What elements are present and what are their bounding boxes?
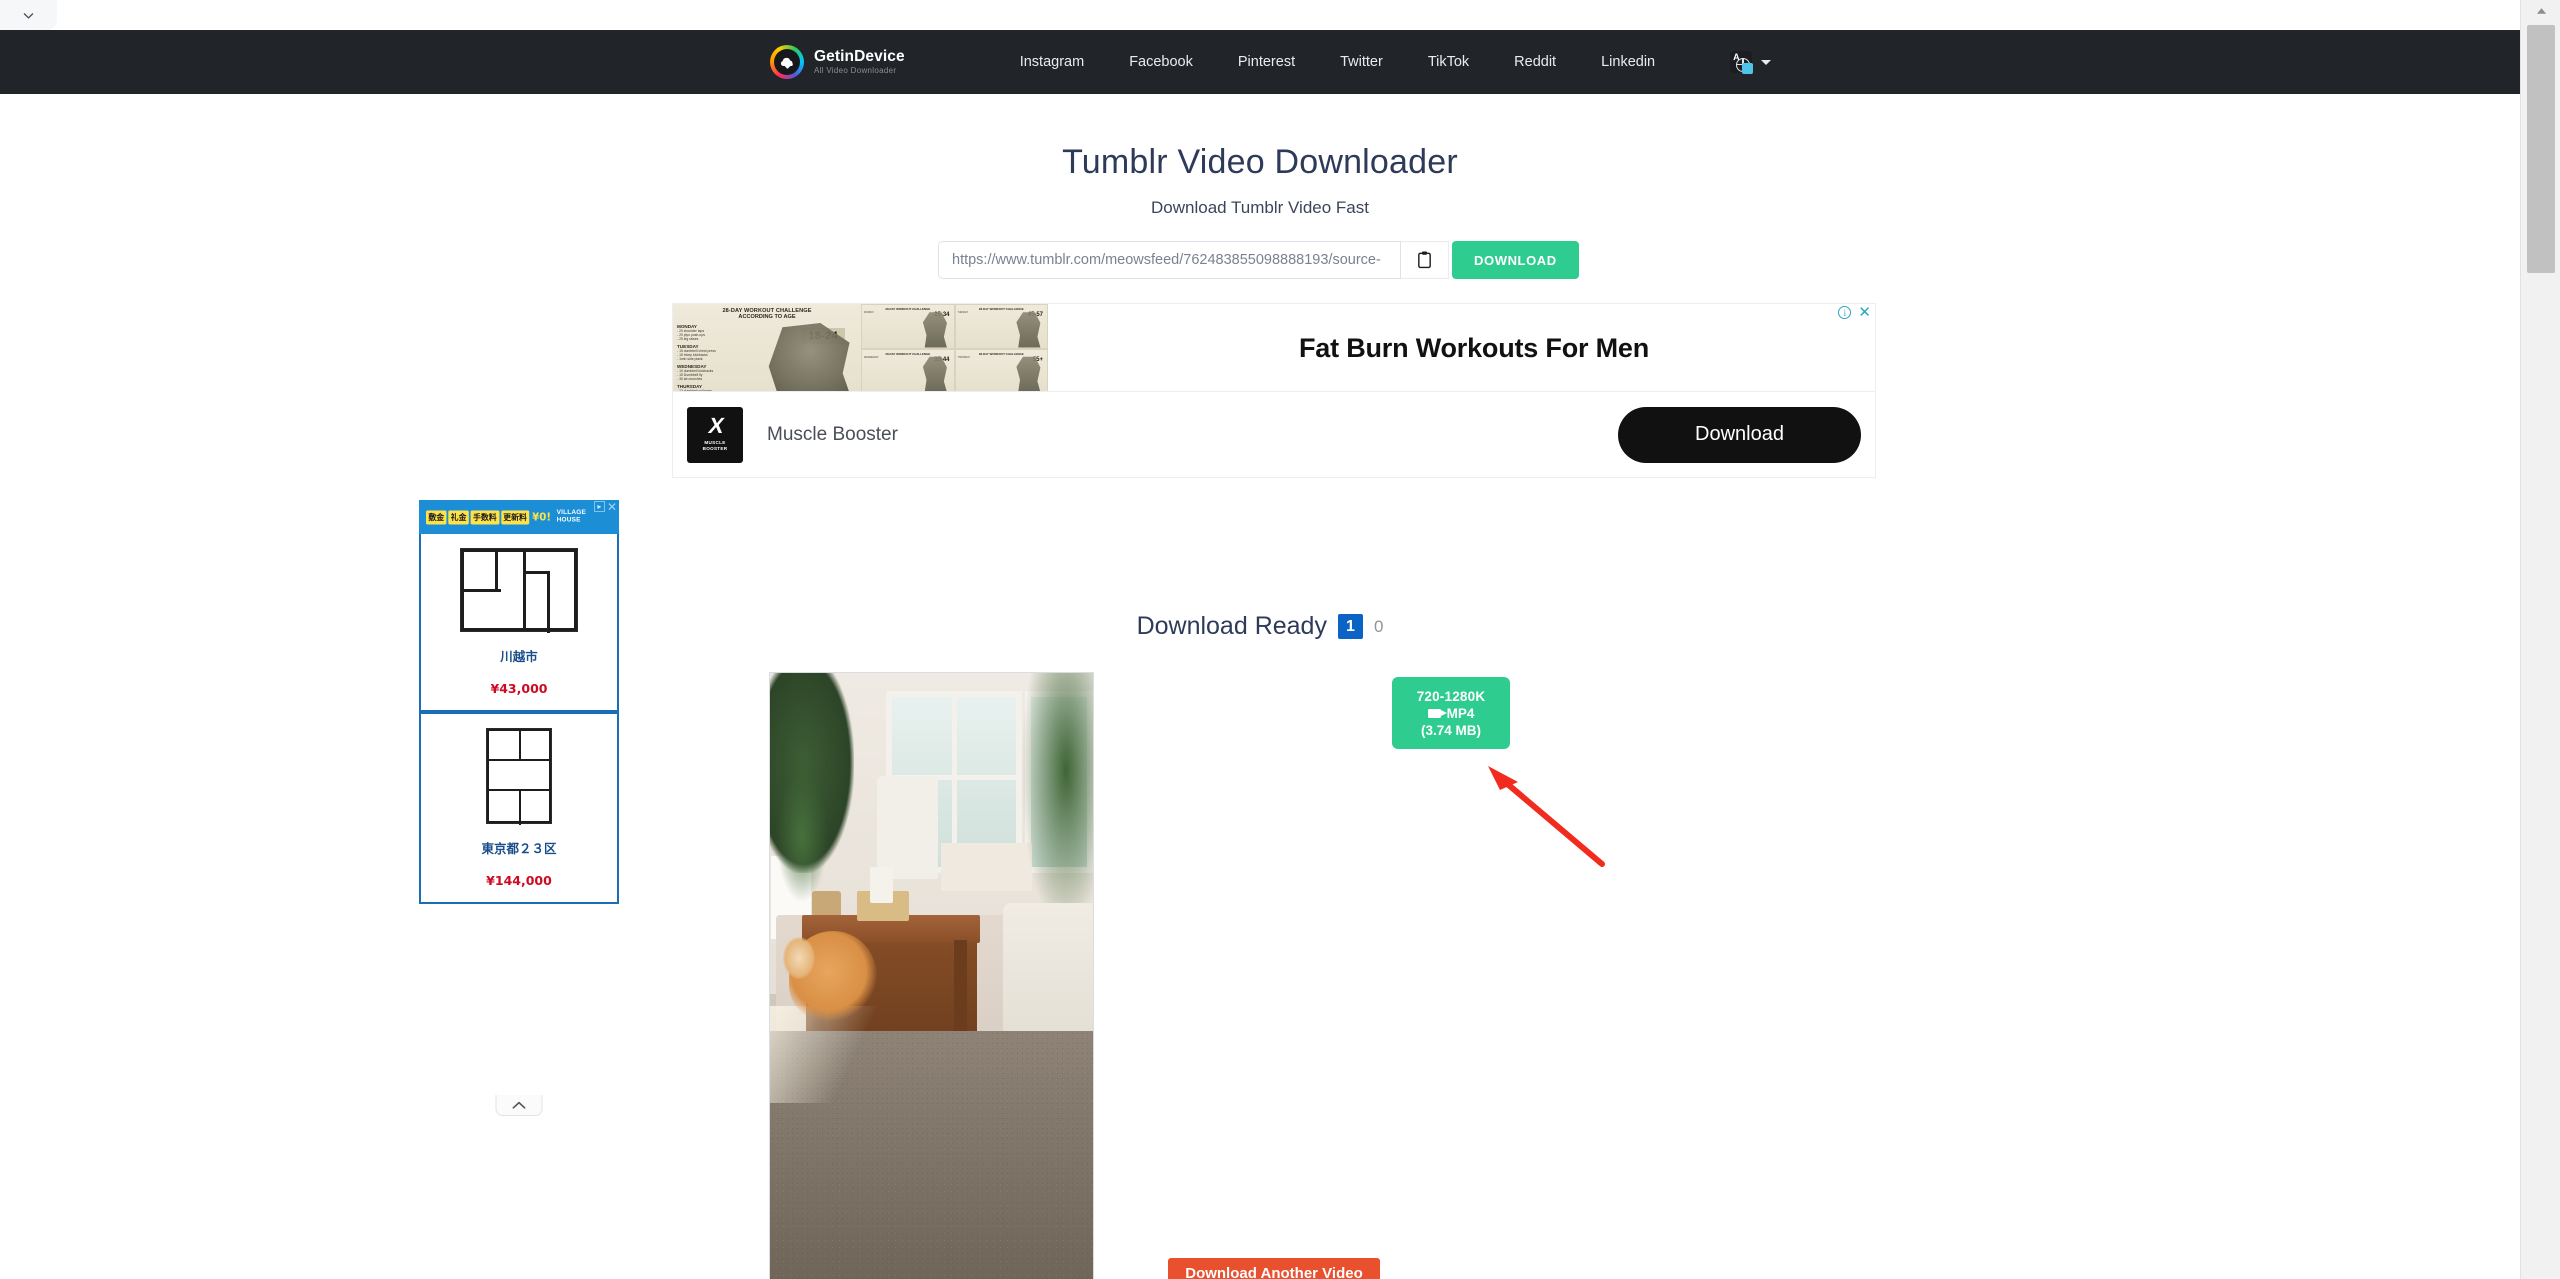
chevron-up-icon — [512, 1101, 526, 1109]
advertiser-line1: VILLAGE — [556, 509, 587, 517]
brand-logo-group[interactable]: GetinDevice All Video Downloader — [770, 45, 905, 79]
scroll-up-arrow-icon — [2536, 8, 2546, 14]
cloud-download-logo-icon — [770, 45, 804, 79]
ad-creative-main: 28-DAY WORKOUT CHALLENGE ACCORDING TO AG… — [673, 304, 861, 391]
listing-price: ¥43,000 — [490, 681, 548, 696]
video-thumbnail-image — [770, 673, 1093, 1279]
clipboard-icon — [1418, 251, 1431, 269]
download-ready-count: 0 — [1373, 616, 1384, 636]
quality-format: MP4 — [1446, 705, 1475, 721]
ad-tile: 28-DAY WORKOUT CHALLENGE TUESDAY 45-57 — [954, 304, 1048, 349]
nav-item-instagram[interactable]: Instagram — [1020, 54, 1084, 70]
chrome-expand-tab[interactable] — [0, 0, 57, 30]
app-promo-name: Muscle Booster — [767, 423, 898, 445]
ad-creative-images: 28-DAY WORKOUT CHALLENGE ACCORDING TO AG… — [673, 304, 1048, 391]
video-quality-download-button[interactable]: 720-1280K MP4 (3.74 MB) — [1392, 677, 1510, 749]
page-scrollbar[interactable] — [2520, 0, 2560, 1279]
download-ready-badge: 1 — [1337, 614, 1363, 639]
red-arrow-annotation — [1488, 766, 1605, 867]
nav-item-linkedin[interactable]: Linkedin — [1601, 54, 1655, 70]
app-icon-mark: X — [706, 413, 725, 439]
url-download-form: DOWNLOAD — [938, 241, 1579, 279]
ad-tile: 28-DAY WORKOUT CHALLENGE MONDAY 25-34 — [861, 304, 955, 349]
scrollbar-thumb[interactable] — [2527, 25, 2555, 273]
url-input[interactable] — [938, 241, 1401, 279]
sidebar-ad-tag: 手数料 — [470, 510, 500, 524]
hero-section: Tumblr Video Downloader Download Tumblr … — [0, 94, 2520, 218]
ad-creative-tiles: 28-DAY WORKOUT CHALLENGE MONDAY 25-34 28… — [861, 304, 1048, 391]
sidebar-ad-listing[interactable]: 東京都２３区 ¥144,000 — [419, 712, 619, 904]
chevron-down-icon — [23, 12, 34, 19]
page-title: Tumblr Video Downloader — [1062, 143, 1458, 181]
floorplan-image — [460, 548, 578, 633]
paste-from-clipboard-button[interactable] — [1401, 241, 1449, 279]
sidebar-ad-banner: ▸ ✕ 敷金 礼金 手数料 更新料 ¥0! VILLAGE HOUSE — [419, 500, 619, 534]
sidebar-ad-tag-row: 敷金 礼金 手数料 更新料 ¥0! VILLAGE HOUSE — [426, 510, 586, 525]
sidebar-ad-price: ¥0! — [532, 510, 551, 524]
app-install-download-button[interactable]: Download — [1618, 406, 1861, 463]
quality-resolution: 720-1280K — [1416, 688, 1486, 704]
translate-icon: A — [1730, 51, 1754, 74]
sidebar-ad-collapse-button[interactable] — [495, 1095, 543, 1116]
ad-tile-header: 28-DAY WORKOUT CHALLENGE — [978, 351, 1024, 356]
ad-tile-header: 28-DAY WORKOUT CHALLENGE — [978, 307, 1024, 311]
app-icon-name-line1: MUSCLE — [704, 439, 726, 445]
sidebar-ad-listing[interactable]: 川越市 ¥43,000 — [419, 534, 619, 712]
ad-tile: 28-DAY WORKOUT CHALLENGE WEDNESDAY 35-44 — [861, 348, 955, 391]
page-subtitle: Download Tumblr Video Fast — [1151, 198, 1369, 217]
download-ready-header: Download Ready 1 0 — [0, 612, 2520, 641]
nav-item-facebook[interactable]: Facebook — [1129, 54, 1193, 70]
ad-tile-header: 28-DAY WORKOUT CHALLENGE — [885, 307, 931, 311]
nav-item-reddit[interactable]: Reddit — [1514, 54, 1556, 70]
village-house-logo: VILLAGE HOUSE — [557, 510, 587, 525]
floorplan-image — [486, 728, 552, 825]
app-promo-banner[interactable]: X MUSCLE BOOSTER Muscle Booster Download — [672, 392, 1876, 478]
app-icon-name-line2: BOOSTER — [702, 445, 728, 451]
video-camera-icon — [1427, 708, 1447, 718]
site-header: GetinDevice All Video Downloader Instagr… — [0, 30, 2520, 94]
ad-creative-title-2: ACCORDING TO AGE — [738, 314, 796, 320]
brand-tagline: All Video Downloader — [814, 66, 897, 76]
close-icon[interactable]: ✕ — [607, 501, 617, 513]
listing-city: 東京都２３区 — [481, 841, 557, 856]
listing-city: 川越市 — [500, 649, 538, 664]
nav-item-tiktok[interactable]: TikTok — [1428, 54, 1469, 70]
sidebar-ad-controls: ▸ ✕ — [593, 501, 617, 513]
advertiser-line2: HOUSE — [556, 517, 581, 524]
scroll-up-arrow[interactable] — [2521, 0, 2560, 22]
sidebar-ad[interactable]: ▸ ✕ 敷金 礼金 手数料 更新料 ¥0! VILLAGE HOUSE 川越市 … — [419, 500, 619, 1116]
download-another-video-button[interactable]: Download Another Video — [1168, 1258, 1380, 1279]
ad-headline: Fat Burn Workouts For Men — [1299, 333, 1649, 363]
ad-tile: 28-DAY WORKOUT CHALLENGE THURSDAY 55+ — [954, 348, 1048, 391]
ad-tile-header: 28-DAY WORKOUT CHALLENGE — [885, 351, 931, 356]
sidebar-ad-tag: 礼金 — [448, 510, 469, 524]
listing-price: ¥144,000 — [486, 873, 552, 888]
ad-controls: i ✕ — [1838, 305, 1871, 320]
display-ad-banner[interactable]: i ✕ 28-DAY WORKOUT CHALLENGE ACCORDING T… — [672, 303, 1876, 392]
language-selector[interactable]: A — [1730, 51, 1772, 74]
main-nav: Instagram Facebook Pinterest Twitter Tik… — [1020, 51, 1772, 74]
info-icon[interactable]: i — [1838, 306, 1852, 319]
sidebar-ad-tag: 敷金 — [426, 510, 447, 524]
chevron-down-icon — [1761, 59, 1772, 65]
brand-name: GetinDevice — [814, 47, 905, 65]
browser-viewport: GetinDevice All Video Downloader Instagr… — [0, 0, 2560, 1279]
nav-item-twitter[interactable]: Twitter — [1340, 54, 1383, 70]
adchoices-icon[interactable]: ▸ — [593, 501, 605, 512]
download-ready-title: Download Ready — [1136, 612, 1327, 640]
quality-filesize: (3.74 MB) — [1420, 722, 1481, 738]
download-button[interactable]: DOWNLOAD — [1452, 241, 1579, 279]
browser-chrome-strip — [0, 0, 2560, 30]
close-icon[interactable]: ✕ — [1858, 305, 1871, 320]
video-thumbnail[interactable] — [769, 672, 1094, 1279]
sidebar-ad-tag: 更新料 — [500, 510, 530, 524]
muscle-booster-app-icon: X MUSCLE BOOSTER — [687, 406, 743, 463]
nav-item-pinterest[interactable]: Pinterest — [1238, 54, 1295, 70]
